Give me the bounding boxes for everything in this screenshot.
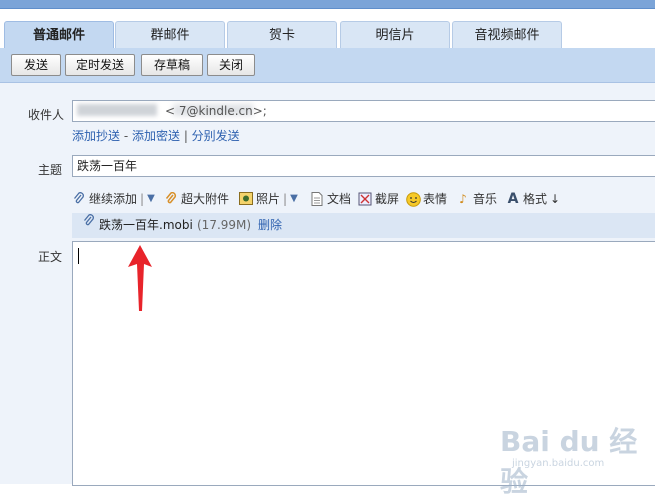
recipient-options: 添加抄送 - 添加密送 | 分别发送 — [72, 127, 240, 144]
music-note-icon: ♪ — [459, 192, 467, 206]
add-cc-link[interactable]: 添加抄送 — [72, 129, 120, 143]
link-separator: | — [180, 129, 192, 143]
subject-label: 主题 — [37, 163, 62, 177]
music-button[interactable]: ♪ 音乐 — [456, 188, 497, 210]
compose-tabs: 普通邮件 群邮件 贺卡 明信片 音视频邮件 — [0, 9, 655, 49]
screenshot-label: 截屏 — [375, 192, 400, 206]
paperclip-icon — [72, 192, 86, 206]
emoji-button[interactable]: 表情 — [406, 188, 447, 210]
font-a-icon: A — [507, 191, 519, 207]
recipient-label: 收件人 — [27, 108, 64, 122]
format-button[interactable]: A 格式 ↓ — [506, 188, 561, 210]
smiley-icon — [406, 192, 421, 207]
photo-label: 照片 — [256, 192, 281, 206]
document-button[interactable]: 文档 — [310, 188, 351, 210]
add-bcc-link[interactable]: 添加密送 — [132, 129, 180, 143]
save-draft-button[interactable]: 存草稿 — [141, 54, 203, 76]
screenshot-button[interactable]: 截屏 — [358, 188, 399, 210]
attachment-size: (17.99M) — [197, 218, 252, 232]
attachment-filename: 跌荡一百年.mobi — [99, 218, 193, 232]
paperclip-orange-icon — [164, 191, 178, 206]
tab-group-mail[interactable]: 群邮件 — [115, 21, 225, 49]
music-label: 音乐 — [473, 192, 498, 206]
photo-icon — [239, 192, 253, 206]
continue-add-label: 继续添加 — [89, 192, 138, 206]
tab-normal-mail[interactable]: 普通邮件 — [4, 21, 114, 49]
subject-input[interactable]: 跌荡一百年 — [72, 155, 655, 177]
text-caret — [78, 248, 79, 264]
recipient-input[interactable]: < 7@kindle.cn>; — [72, 100, 655, 122]
format-label: 格式 — [523, 192, 548, 206]
large-attachment-label: 超大附件 — [181, 192, 230, 206]
document-label: 文档 — [327, 192, 352, 206]
tab-av-mail[interactable]: 音视频邮件 — [452, 21, 562, 49]
continue-add-button[interactable]: 继续添加 | ▼ — [72, 188, 155, 210]
annotation-arrow-icon — [128, 245, 152, 311]
attachment-item: 跌荡一百年.mobi (17.99M) 删除 — [72, 213, 655, 238]
separate-send-link[interactable]: 分别发送 — [192, 129, 240, 143]
top-accent-bar — [0, 0, 655, 9]
document-icon — [310, 192, 324, 206]
delete-attachment-link[interactable]: 删除 — [258, 213, 282, 238]
large-attachment-button[interactable]: 超大附件 — [164, 188, 229, 210]
paperclip-icon — [82, 213, 96, 227]
tab-postcard[interactable]: 明信片 — [340, 21, 450, 49]
arrow-down-icon: ↓ — [550, 192, 561, 206]
close-button[interactable]: 关闭 — [207, 54, 255, 76]
redacted-name — [77, 104, 157, 116]
chevron-down-icon[interactable]: ▼ — [290, 188, 298, 210]
recipient-value: < 7@kindle.cn>; — [165, 104, 267, 118]
send-button[interactable]: 发送 — [11, 54, 61, 76]
divider: | — [140, 192, 145, 206]
photo-button[interactable]: 照片 | ▼ — [239, 188, 298, 210]
scheduled-send-button[interactable]: 定时发送 — [65, 54, 135, 76]
screenshot-icon — [358, 192, 372, 206]
divider: | — [283, 192, 288, 206]
compose-toolbar: 发送 定时发送 存草稿 关闭 — [0, 48, 655, 83]
chevron-down-icon[interactable]: ▼ — [147, 188, 155, 210]
tab-greeting-card[interactable]: 贺卡 — [227, 21, 337, 49]
body-label: 正文 — [37, 250, 62, 264]
emoji-label: 表情 — [423, 192, 448, 206]
link-separator: - — [120, 129, 132, 143]
